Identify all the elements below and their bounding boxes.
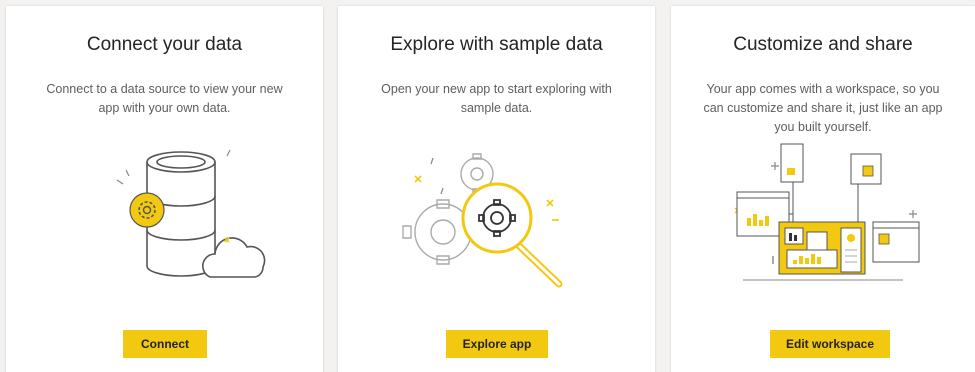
customize-share-card: Customize and share Your app comes with … xyxy=(671,6,975,372)
card-description: Open your new app to start exploring wit… xyxy=(381,82,612,115)
connect-button[interactable]: Connect xyxy=(123,330,207,358)
onboarding-cards: Connect your data Connect to a data sour… xyxy=(0,0,975,372)
gear-magnifier-icon xyxy=(338,134,655,294)
explore-sample-card: Explore with sample data Open your new a… xyxy=(338,6,655,372)
card-title: Customize and share xyxy=(733,34,913,55)
card-title: Connect your data xyxy=(86,34,243,55)
workspace-dashboard-icon xyxy=(671,134,975,294)
card-description: Connect to a data source to view your ne… xyxy=(46,82,283,115)
connect-data-card: Connect your data Connect to a data sour… xyxy=(6,6,323,372)
card-description: Your app comes with a workspace, so you … xyxy=(703,82,943,134)
database-cloud-icon xyxy=(6,134,323,294)
edit-workspace-button[interactable]: Edit workspace xyxy=(770,330,890,358)
explore-app-button[interactable]: Explore app xyxy=(446,330,548,358)
card-title: Explore with sample data xyxy=(390,34,603,55)
